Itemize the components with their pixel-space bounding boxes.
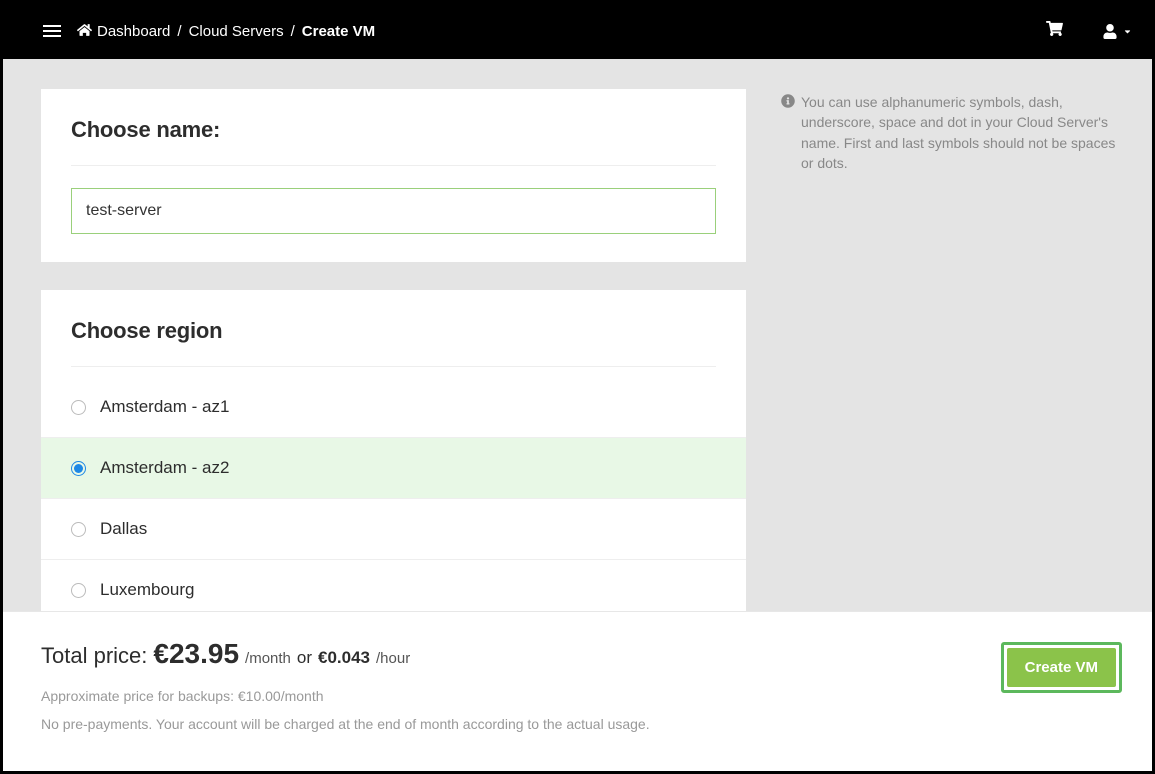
price-monthly: €23.95 [153, 638, 239, 670]
create-vm-button-highlight: Create VM [1001, 642, 1122, 693]
region-label: Luxembourg [100, 580, 195, 600]
create-vm-button[interactable]: Create VM [1007, 648, 1116, 687]
info-box: You can use alphanumeric symbols, dash, … [781, 92, 1122, 173]
breadcrumb-dashboard[interactable]: Dashboard [97, 23, 170, 40]
region-label: Amsterdam - az2 [100, 458, 229, 478]
cart-icon[interactable] [1046, 21, 1063, 41]
breadcrumb-cloud-servers[interactable]: Cloud Servers [189, 23, 284, 40]
info-text: You can use alphanumeric symbols, dash, … [801, 92, 1122, 173]
info-icon [781, 93, 795, 173]
breadcrumb: Dashboard / Cloud Servers / Create VM [77, 23, 375, 40]
footer-bar: Total price: €23.95 /month or €0.043 /ho… [3, 611, 1152, 771]
chevron-down-icon [1123, 27, 1132, 36]
price-hourly: €0.043 [318, 648, 370, 668]
choose-name-title: Choose name: [71, 117, 716, 143]
home-icon [77, 23, 92, 40]
price-hour-unit: /hour [376, 650, 410, 667]
price-month-unit: /month [245, 650, 291, 667]
region-option-amsterdam-az2[interactable]: Amsterdam - az2 [41, 437, 746, 498]
choose-region-card: Choose region Amsterdam - az1 Amsterdam … [41, 290, 746, 614]
choose-region-title: Choose region [71, 318, 716, 344]
breadcrumb-current: Create VM [302, 23, 375, 40]
user-menu[interactable] [1103, 24, 1132, 39]
region-label: Dallas [100, 519, 147, 539]
server-name-input[interactable] [71, 188, 716, 234]
region-label: Amsterdam - az1 [100, 397, 229, 417]
topbar: Dashboard / Cloud Servers / Create VM [3, 3, 1152, 59]
choose-name-card: Choose name: [41, 89, 746, 262]
region-option-amsterdam-az1[interactable]: Amsterdam - az1 [41, 389, 746, 437]
region-option-luxembourg[interactable]: Luxembourg [41, 559, 746, 614]
payment-note: No pre-payments. Your account will be ch… [41, 716, 650, 732]
radio-icon [71, 461, 86, 476]
backup-price-note: Approximate price for backups: €10.00/mo… [41, 688, 650, 704]
price-or: or [297, 648, 312, 668]
total-price-label: Total price: [41, 643, 147, 669]
radio-icon [71, 583, 86, 598]
radio-icon [71, 400, 86, 415]
menu-icon[interactable] [43, 25, 61, 37]
region-option-dallas[interactable]: Dallas [41, 498, 746, 559]
radio-icon [71, 522, 86, 537]
